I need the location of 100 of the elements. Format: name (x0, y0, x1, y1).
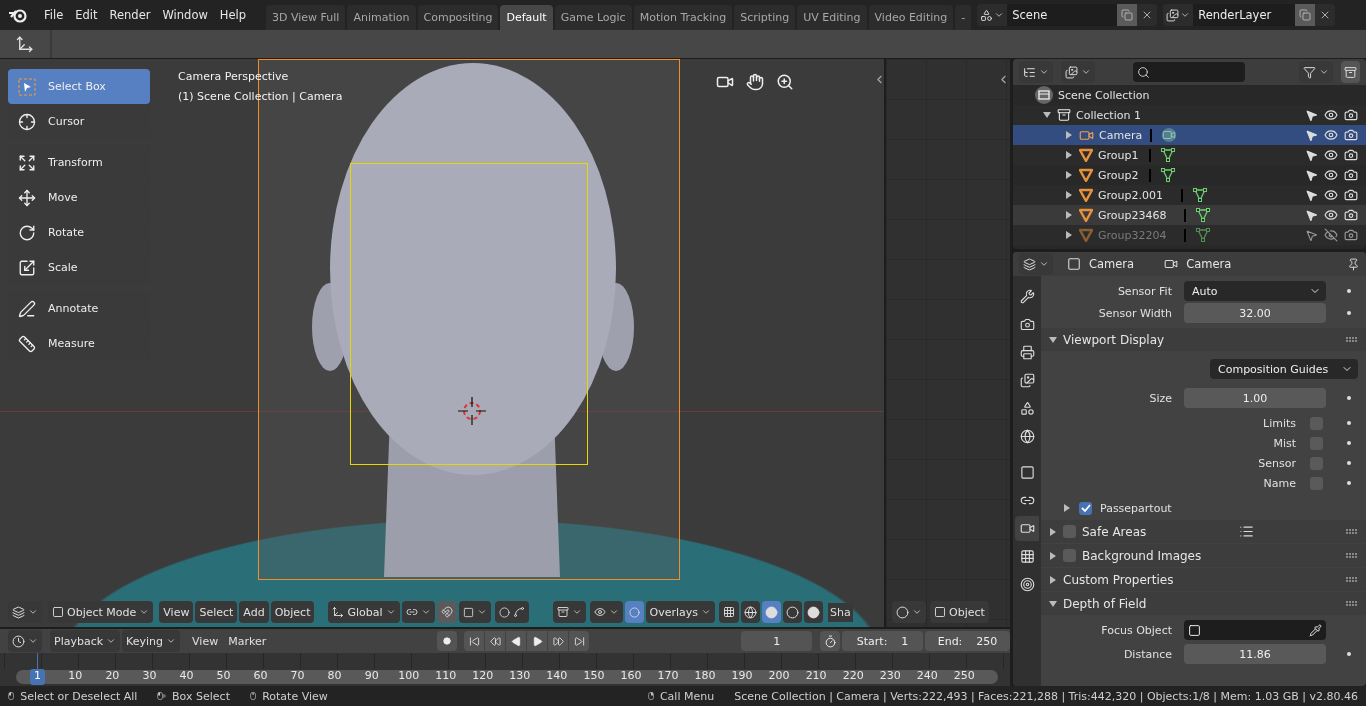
keyframe-dot[interactable] (1347, 396, 1351, 400)
pin-icon[interactable] (1347, 257, 1360, 271)
checkbox[interactable] (1079, 501, 1092, 515)
hand-icon[interactable] (746, 73, 764, 91)
pivot-dropdown[interactable] (401, 601, 435, 623)
timer-button[interactable] (820, 631, 841, 651)
outliner-row[interactable]: Camera (1013, 125, 1366, 145)
pointer-icon[interactable] (1305, 188, 1318, 202)
menu-item[interactable]: Marker (224, 630, 271, 652)
menu-item[interactable]: Select (195, 601, 238, 623)
layer-name-field[interactable]: RenderLayer (1193, 4, 1296, 26)
record-button[interactable] (437, 631, 458, 651)
workspace-tab[interactable]: Scripting (734, 5, 796, 30)
drag-handle-icon[interactable] (1346, 528, 1358, 535)
drag-handle-icon[interactable] (1346, 552, 1358, 559)
checkbox[interactable] (1310, 456, 1323, 470)
3d-cursor-icon[interactable] (458, 397, 486, 425)
pointer-icon[interactable] (1305, 128, 1318, 142)
orientation-dropdown[interactable]: Global (328, 601, 400, 623)
overlay-toggle[interactable] (624, 601, 644, 623)
keyframe-dot[interactable] (1347, 421, 1351, 425)
shading-button[interactable] (741, 601, 761, 623)
shading-button[interactable] (804, 601, 824, 623)
current-frame-field[interactable]: 1 (741, 631, 813, 651)
xray-toggle[interactable] (719, 601, 740, 623)
gizmo-dropdown[interactable] (589, 601, 623, 623)
menu-item[interactable]: Render (103, 4, 157, 26)
workspace-tab[interactable]: UV Editing (797, 5, 867, 30)
mode-dropdown[interactable]: Object Mode (48, 601, 154, 623)
pointer-icon[interactable] (1305, 208, 1318, 222)
checkbox[interactable] (1063, 549, 1076, 562)
frame-ruler[interactable]: 1 10 20 30 40 50 60 70 80 90 100 110 120 130 140 150 160 170 180 190 200 210 220 230 240 250 (0, 653, 1010, 686)
editor-type-button[interactable] (8, 630, 42, 652)
eye-icon[interactable] (1324, 108, 1338, 122)
keyframe-dot[interactable] (1347, 481, 1351, 485)
copy-button[interactable] (1295, 4, 1316, 26)
pointer-icon[interactable] (1305, 168, 1318, 182)
panel-header[interactable]: Depth of Field (1041, 592, 1366, 615)
workspace-tab[interactable]: Compositing (417, 5, 499, 30)
checkbox[interactable] (1310, 476, 1323, 490)
copy-button[interactable] (1117, 4, 1138, 26)
workspace-tab[interactable]: Game Logic (554, 5, 632, 30)
keyframe-dot[interactable] (1347, 289, 1351, 293)
checkbox[interactable] (1310, 416, 1323, 430)
menu-item[interactable]: View (159, 601, 194, 623)
search-field[interactable] (1133, 62, 1245, 82)
keyframe-dot[interactable] (1347, 652, 1351, 656)
shading-button[interactable] (783, 601, 803, 623)
panel-header[interactable]: Custom Properties (1041, 568, 1366, 591)
workspace-tab[interactable]: Default (500, 5, 553, 30)
eye-icon[interactable] (1324, 128, 1338, 142)
object-field[interactable] (1184, 620, 1326, 640)
menu-item[interactable]: Object (270, 601, 315, 623)
drag-handle-icon[interactable] (1346, 576, 1358, 583)
menu-item[interactable]: Playback (50, 630, 121, 652)
number-field[interactable]: 1.00 (1184, 388, 1326, 408)
menu-item[interactable]: Add (239, 601, 269, 623)
properties-tab[interactable] (1015, 516, 1039, 541)
proportional-edit-button[interactable] (494, 601, 529, 623)
dropdown[interactable]: Composition Guides (1210, 359, 1358, 379)
eye-icon[interactable] (1324, 168, 1338, 182)
eye-icon[interactable] (1324, 188, 1338, 202)
prev-keyframe-button[interactable] (485, 631, 506, 651)
menu-item[interactable]: Help (213, 4, 253, 26)
workspace-tab[interactable]: 3D View Full (266, 5, 346, 30)
workspace-tab[interactable]: - (955, 5, 972, 30)
filter-dropdown[interactable] (1299, 61, 1333, 83)
panel-header[interactable]: Viewport Display (1041, 328, 1366, 351)
workspace-tab[interactable]: Motion Tracking (633, 5, 733, 30)
visibility-dropdown[interactable] (552, 601, 586, 623)
menu-item[interactable]: Edit (69, 4, 104, 26)
snap-toggle[interactable] (436, 601, 457, 623)
editor-type-button[interactable] (892, 601, 926, 623)
checkbox[interactable] (1310, 436, 1323, 450)
menu-item[interactable]: Window (156, 4, 214, 26)
start-frame-field[interactable]: Start: 1 (842, 631, 924, 651)
eye-icon[interactable] (1324, 208, 1338, 222)
drag-handle-icon[interactable] (1346, 336, 1358, 343)
panel-header[interactable]: Safe Areas (1041, 520, 1366, 543)
checkbox[interactable] (1063, 525, 1076, 538)
keyframe-dot[interactable] (1347, 461, 1351, 465)
object-dropdown[interactable]: Object (930, 601, 989, 623)
end-frame-field[interactable]: End: 250 (925, 631, 1010, 651)
pointer-icon[interactable] (1305, 148, 1318, 162)
drag-handle-icon[interactable] (1346, 600, 1358, 607)
scene-name-field[interactable]: Scene (1007, 4, 1118, 26)
next-keyframe-button[interactable] (548, 631, 569, 651)
workspace-tab[interactable]: Video Editing (868, 5, 954, 30)
eye-icon[interactable] (1324, 148, 1338, 162)
menu-item[interactable]: Keying (122, 630, 181, 652)
play-reverse-button[interactable] (506, 631, 527, 651)
play-button[interactable] (527, 631, 548, 651)
workspace-tab[interactable]: Animation (347, 5, 416, 30)
keyframe-dot[interactable] (1347, 311, 1351, 315)
overlays-dropdown[interactable]: Overlays (645, 601, 716, 623)
view-layer-dropdown[interactable] (1061, 61, 1095, 83)
display-mode-dropdown[interactable] (1019, 61, 1053, 83)
jump-start-button[interactable] (464, 631, 485, 651)
current-frame-marker[interactable]: 1 (30, 669, 45, 685)
shading-button[interactable] (762, 601, 782, 623)
